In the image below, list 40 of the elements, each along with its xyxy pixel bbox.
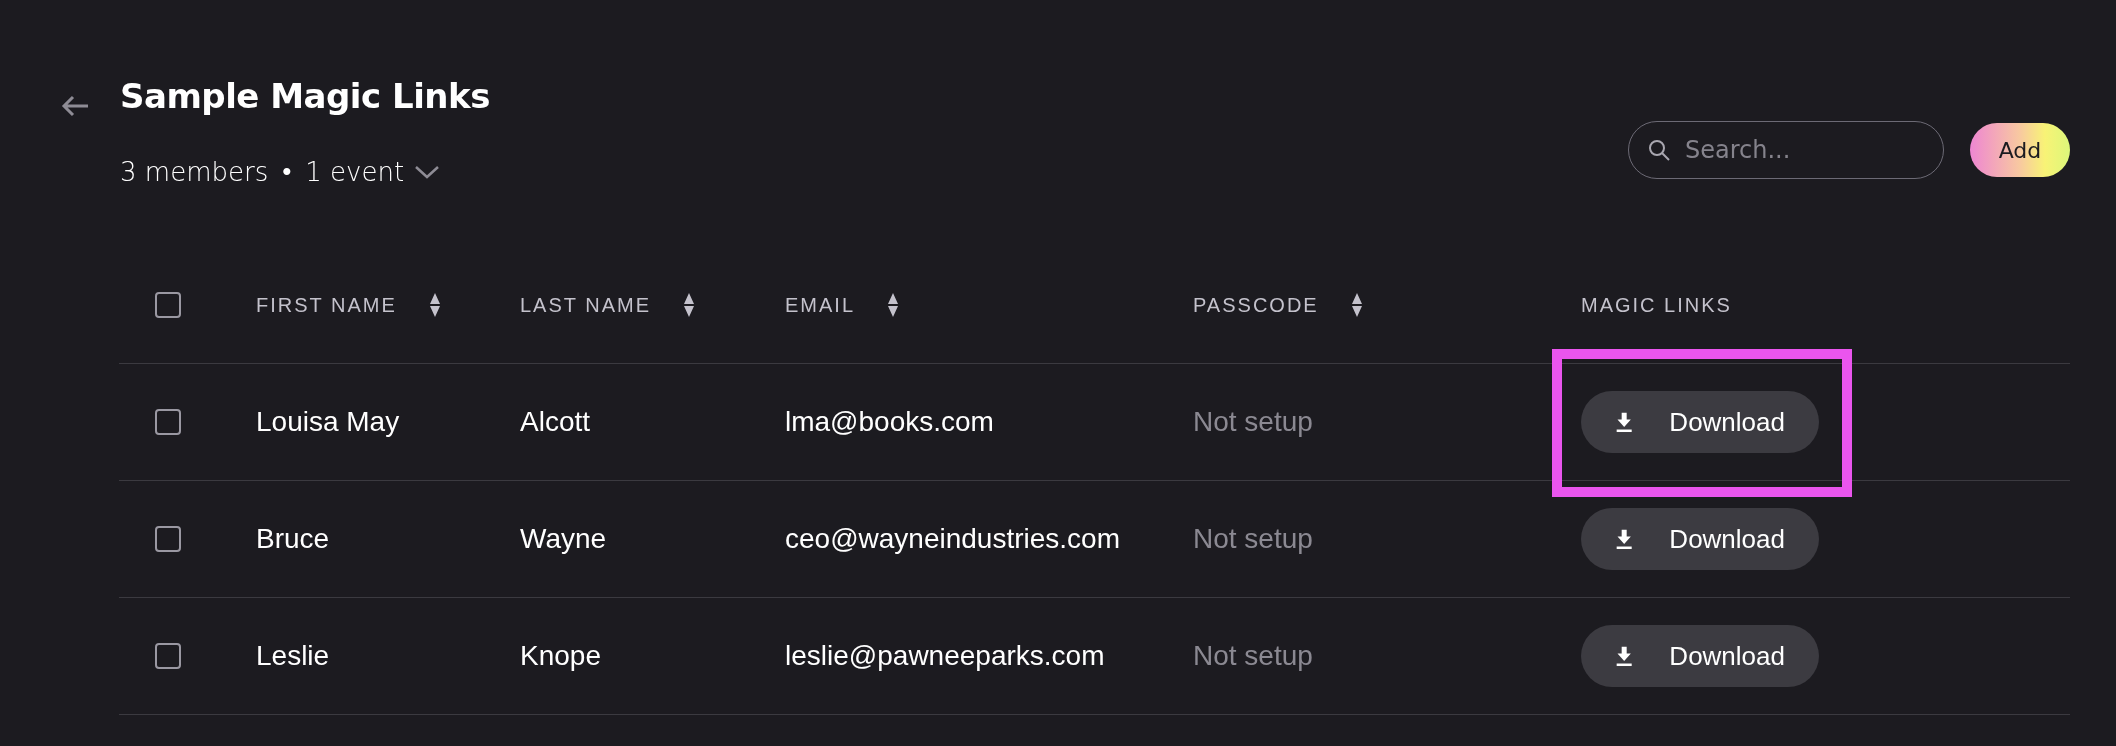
table-cell: ceo@wayneindustries.com <box>785 523 1120 554</box>
download-button[interactable]: Download <box>1581 508 1819 570</box>
column-header: FIRST NAME <box>256 293 397 317</box>
table-cell: Louisa May <box>256 406 400 437</box>
table-cell: Not setup <box>1193 406 1313 437</box>
checkbox[interactable] <box>155 292 181 318</box>
sort-icon[interactable] <box>428 292 441 318</box>
column-header: PASSCODE <box>1193 293 1319 317</box>
sort-icon[interactable] <box>1350 292 1363 318</box>
search-field[interactable]: Search... <box>1628 121 1944 179</box>
checkbox[interactable] <box>155 526 181 552</box>
table-cell: lma@books.com <box>785 406 994 437</box>
sort-icon[interactable] <box>887 292 900 318</box>
search-icon <box>1648 139 1670 161</box>
download-icon <box>1615 527 1634 551</box>
event-dropdown[interactable]: 1 event <box>305 156 441 187</box>
column-header: EMAIL <box>785 293 856 317</box>
add-button[interactable]: Add <box>1970 123 2070 177</box>
page-title: Sample Magic Links <box>120 76 491 116</box>
sort-icon[interactable] <box>683 292 695 318</box>
member-count: 3 members <box>120 156 269 187</box>
table-cell: leslie@pawneeparks.com <box>785 640 1105 671</box>
download-icon <box>1615 410 1634 434</box>
table-cell: Wayne <box>520 523 607 554</box>
table-cell: Leslie <box>256 640 330 671</box>
column-header: MAGIC LINKS <box>1581 293 1732 317</box>
download-button[interactable]: Download <box>1581 625 1819 687</box>
checkbox[interactable] <box>155 409 181 435</box>
separator-dot: • <box>282 156 292 187</box>
checkbox[interactable] <box>155 643 181 669</box>
download-button[interactable]: Download <box>1581 391 1819 453</box>
table-cell: Alcott <box>520 406 591 437</box>
column-header: LAST NAME <box>520 293 651 317</box>
table-cell: Not setup <box>1193 523 1313 554</box>
back-arrow-icon[interactable] <box>60 94 90 118</box>
chevron-down-icon <box>414 163 441 180</box>
download-icon <box>1615 644 1634 668</box>
table-cell: Knope <box>520 640 601 671</box>
table-cell: Bruce <box>256 523 330 554</box>
table-cell: Not setup <box>1193 640 1313 671</box>
